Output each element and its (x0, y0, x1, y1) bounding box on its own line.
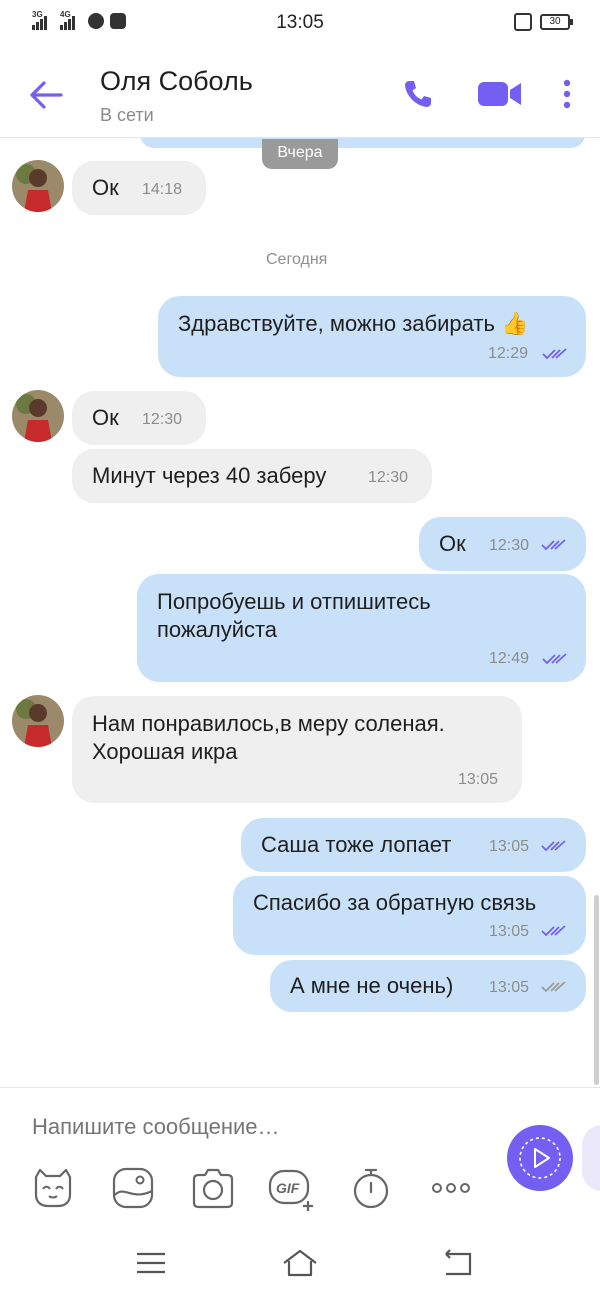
date-divider-today: Сегодня (266, 251, 328, 268)
read-checkmarks-icon (541, 925, 566, 937)
message-input[interactable] (32, 1112, 472, 1142)
message-bubble-outgoing[interactable]: А мне не очень) 13:05 (270, 960, 586, 1012)
message-time: 12:30 (368, 469, 409, 486)
more-options-icon[interactable] (555, 78, 579, 110)
message-text: А мне не очень) (290, 973, 454, 998)
gif-icon[interactable]: GIF (268, 1165, 314, 1211)
message-time: 13:05 (489, 838, 530, 855)
back-arrow-icon[interactable] (28, 78, 64, 112)
avatar[interactable] (12, 390, 64, 442)
send-button[interactable] (507, 1125, 573, 1191)
message-bubble-outgoing[interactable]: Попробуешь и отпишитесь пожалуйста 12:49 (137, 574, 586, 682)
message-text: Спасибо за обратную связь (253, 890, 537, 915)
vibrate-icon (514, 13, 532, 31)
back-nav-icon[interactable] (440, 1248, 476, 1278)
avatar[interactable] (12, 160, 64, 212)
chat-header: Оля Соболь В сети (0, 48, 600, 138)
composer-divider (0, 1087, 600, 1088)
message-time: 12:30 (489, 537, 530, 554)
secondary-action-button[interactable] (582, 1125, 600, 1191)
message-time: 13:05 (489, 923, 530, 940)
chat-scrollbar[interactable] (594, 895, 599, 1085)
video-call-icon[interactable] (478, 80, 522, 108)
message-text: Ок (439, 531, 466, 556)
contact-name[interactable]: Оля Соболь (100, 66, 253, 97)
battery-icon: 30 (540, 14, 573, 30)
sticker-icon[interactable] (30, 1165, 76, 1211)
message-time: 13:05 (458, 771, 499, 788)
svg-text:GIF: GIF (276, 1180, 300, 1196)
message-text: Здравствуйте, можно забирать 👍 (178, 311, 529, 336)
message-text: Минут через 40 заберу (92, 463, 327, 488)
message-bubble-outgoing[interactable]: Саша тоже лопает 13:05 (241, 818, 586, 872)
camera-icon[interactable] (190, 1165, 236, 1211)
avatar[interactable] (12, 695, 64, 747)
message-time: 12:29 (488, 345, 529, 362)
home-nav-icon[interactable] (282, 1248, 318, 1278)
gallery-icon[interactable] (110, 1165, 156, 1211)
message-time: 13:05 (489, 979, 530, 996)
phone-icon[interactable] (402, 78, 434, 110)
message-text: Ок (92, 175, 119, 200)
read-checkmarks-icon (541, 539, 566, 551)
message-time: 12:49 (489, 650, 530, 667)
play-send-icon (519, 1137, 561, 1179)
more-tools-icon[interactable] (428, 1165, 474, 1211)
message-bubble-outgoing[interactable]: Ок 12:30 (419, 517, 586, 571)
message-time: 12:30 (142, 411, 183, 428)
message-text: Нам понравилось,в меру соленая. Хорошая … (92, 711, 445, 764)
menu-nav-icon[interactable] (133, 1248, 169, 1278)
read-checkmarks-icon (542, 653, 567, 665)
date-divider-yesterday: Вчера (262, 139, 338, 169)
message-bubble-incoming[interactable]: Минут через 40 заберу 12:30 (72, 449, 432, 503)
timer-icon[interactable] (348, 1165, 394, 1211)
message-time: 14:18 (142, 181, 183, 198)
message-text: Попробуешь и отпишитесь пожалуйста (157, 589, 431, 642)
read-checkmarks-icon (542, 348, 567, 360)
read-checkmarks-icon (541, 840, 566, 852)
message-text: Ок (92, 405, 119, 430)
message-bubble-incoming[interactable]: Нам понравилось,в меру соленая. Хорошая … (72, 696, 522, 803)
status-bar: 3G 4G 13:05 30 (0, 0, 600, 48)
contact-status: В сети (100, 105, 154, 125)
message-bubble-incoming[interactable]: Ок 14:18 (72, 161, 206, 215)
message-text: Саша тоже лопает (261, 832, 452, 857)
message-bubble-outgoing[interactable]: Спасибо за обратную связь 13:05 (233, 876, 586, 955)
delivered-checkmarks-icon (541, 981, 566, 993)
message-bubble-outgoing[interactable]: Здравствуйте, можно забирать 👍 12:29 (158, 296, 586, 377)
clock: 13:05 (276, 12, 324, 33)
message-bubble-incoming[interactable]: Ок 12:30 (72, 391, 206, 445)
